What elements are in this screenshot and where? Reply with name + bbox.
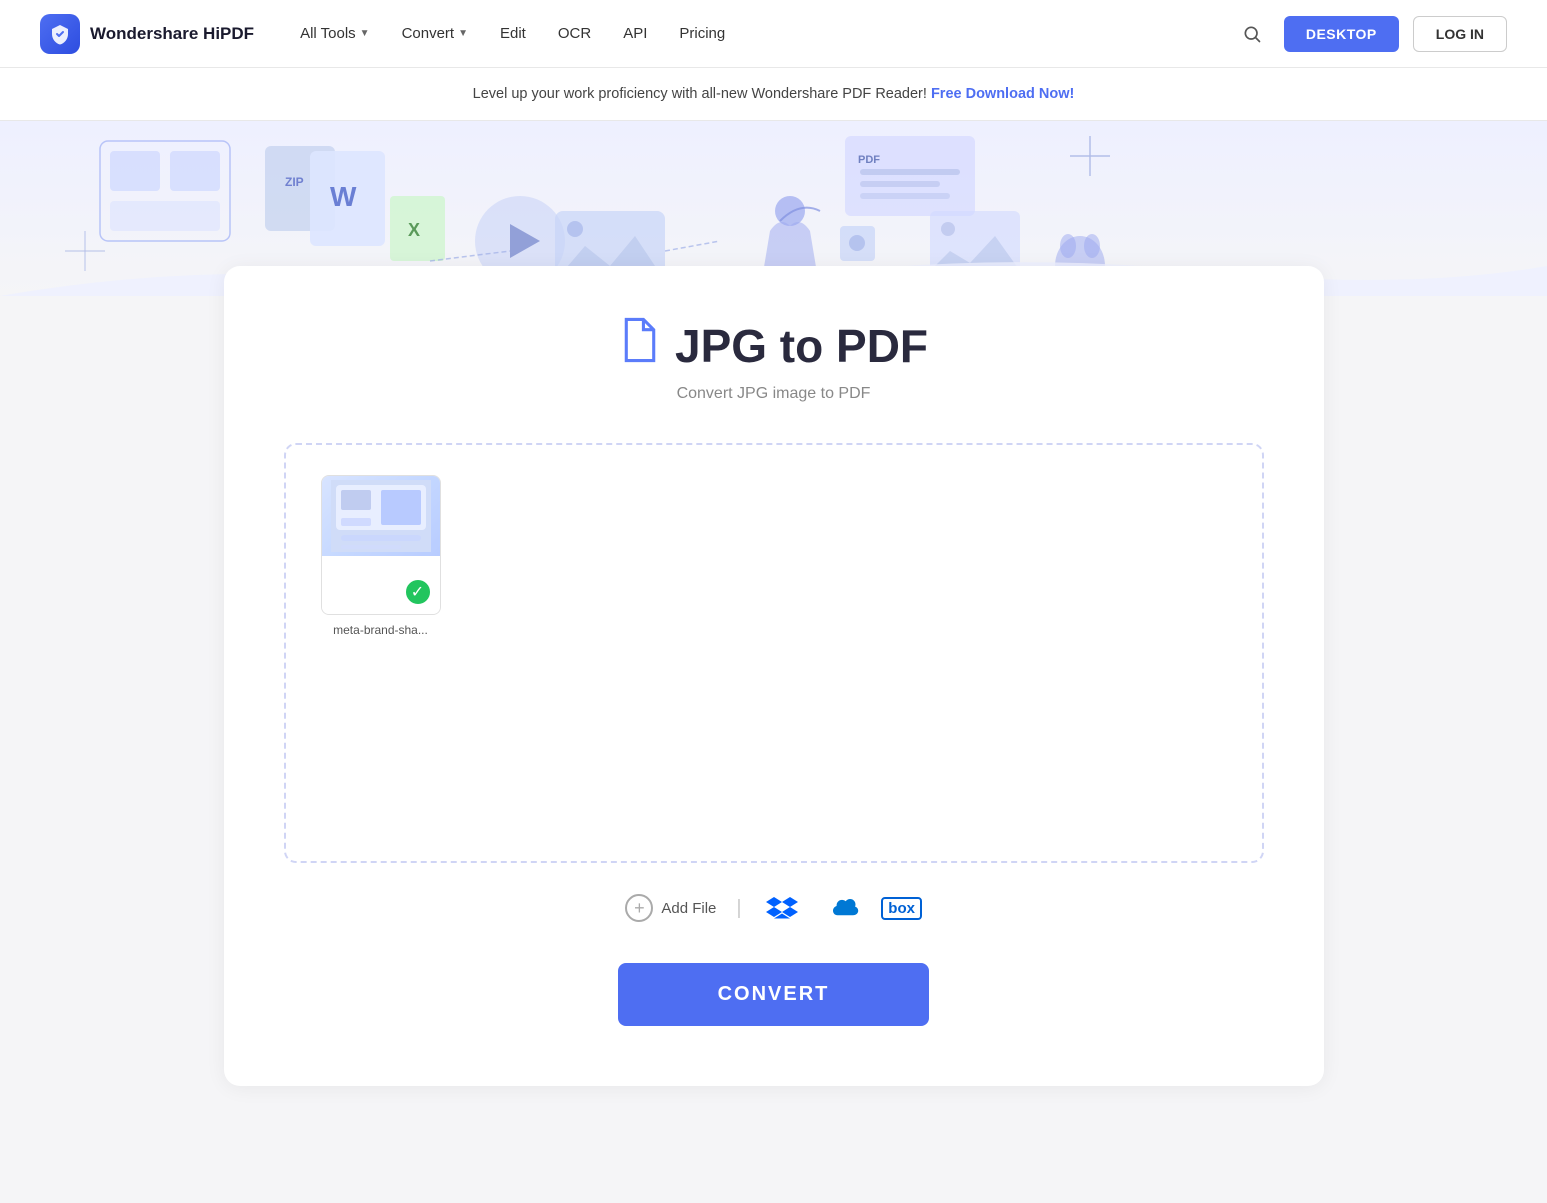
chevron-down-icon: ▼ [360,28,370,39]
file-name: meta-brand-sha... [333,623,428,637]
page-title-row: JPG to PDF [284,316,1264,375]
main-content: JPG to PDF Convert JPG image to PDF [0,296,1547,1176]
nav-ocr[interactable]: OCR [544,17,605,50]
page-subtitle: Convert JPG image to PDF [284,385,1264,403]
svg-text:X: X [408,220,420,240]
file-icon [619,316,661,375]
svg-text:ZIP: ZIP [285,175,304,189]
nav-convert[interactable]: Convert ▼ [388,17,482,50]
converter-card: JPG to PDF Convert JPG image to PDF [224,266,1324,1086]
page-title: JPG to PDF [284,316,1264,375]
nav-api[interactable]: API [609,17,661,50]
box-button[interactable]: box [882,893,922,923]
svg-text:W: W [330,181,357,212]
file-thumb-preview [322,476,440,556]
onedrive-button[interactable] [822,893,862,923]
desktop-button[interactable]: DESKTOP [1284,16,1399,52]
nav-all-tools[interactable]: All Tools ▼ [286,17,384,50]
nav-links: All Tools ▼ Convert ▼ Edit OCR API Prici… [286,17,1234,50]
dropbox-button[interactable] [762,893,802,923]
file-success-icon: ✓ [404,578,432,606]
nav-actions: DESKTOP LOG IN [1234,16,1507,52]
logo-text: Wondershare HiPDF [90,24,254,44]
convert-button-wrap: CONVERT [284,963,1264,1026]
file-item: ✓ meta-brand-sha... [316,475,446,637]
file-thumbnail: ✓ [321,475,441,615]
navbar: Wondershare HiPDF All Tools ▼ Convert ▼ … [0,0,1547,68]
separator: | [736,897,741,920]
promo-banner: Level up your work proficiency with all-… [0,68,1547,121]
login-button[interactable]: LOG IN [1413,16,1507,52]
chevron-down-icon: ▼ [458,28,468,39]
logo[interactable]: Wondershare HiPDF [40,14,254,54]
nav-pricing[interactable]: Pricing [665,17,739,50]
convert-button[interactable]: CONVERT [618,963,930,1026]
nav-edit[interactable]: Edit [486,17,540,50]
svg-text:PDF: PDF [858,154,880,166]
add-file-button[interactable]: + Add File [625,894,716,922]
bottom-actions: + Add File | box [284,893,1264,923]
banner-cta[interactable]: Free Download Now! [931,86,1074,102]
search-button[interactable] [1234,16,1270,52]
box-icon: box [881,897,922,920]
add-file-icon: + [625,894,653,922]
logo-icon [40,14,80,54]
upload-area[interactable]: ✓ meta-brand-sha... [284,443,1264,863]
